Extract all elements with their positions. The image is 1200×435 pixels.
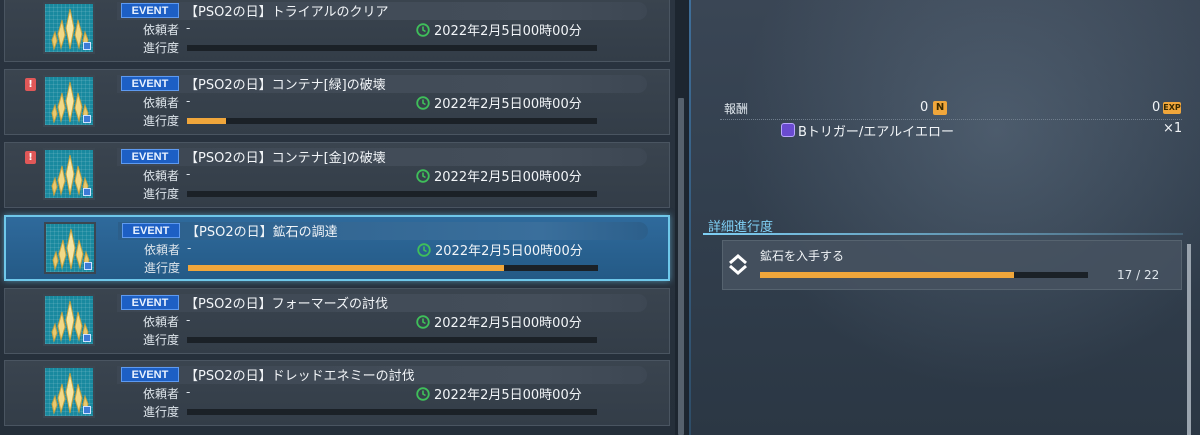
requester-value: - [186,385,191,399]
requester-value: - [187,241,192,255]
reward-separator [720,119,1182,120]
scrollbar-thumb[interactable] [678,98,684,435]
reward-label: 報酬 [724,102,749,116]
requester-value: - [186,94,191,108]
progress-label: 進行度 [143,114,180,128]
event-badge: EVENT [121,149,179,164]
meseta-icon: N [933,101,947,115]
objective-progress-fill [760,272,1014,278]
thumbnail-corner-mark [83,406,91,414]
thumbnail-corner-mark [83,42,91,50]
quest-list-scrollbar[interactable] [675,0,687,435]
quest-list: EVENT 【PSO2の日】トライアルのクリア 依頼者 - 2022年2月5日0… [0,0,675,435]
quest-row[interactable]: ! EVENT 【PSO2の日】コンテナ[金]の破壊 依頼者 - 2022年2月… [4,142,670,208]
requester-label: 依頼者 [143,23,180,37]
quest-deadline: 2022年2月5日00時00分 [434,388,582,403]
reward-exp-value: 0 [1152,100,1161,115]
clock-icon [416,315,430,329]
event-badge: EVENT [122,223,180,238]
reward-item-name: Bトリガー/エアルイエロー [798,125,955,140]
progress-label: 進行度 [144,261,181,275]
detail-scrollbar[interactable] [1187,244,1191,435]
quest-deadline: 2022年2月5日00時00分 [434,170,582,185]
quest-thumbnail [43,75,95,127]
alert-icon: ! [25,151,36,164]
progress-label: 進行度 [143,405,180,419]
quest-deadline: 2022年2月5日00時00分 [434,24,582,39]
trigger-item-icon [781,123,795,137]
quest-progress-bar [187,191,597,197]
thumbnail-corner-mark [84,262,92,270]
requester-value: - [186,313,191,327]
quest-progress-bar [188,265,598,271]
quest-thumbnail [43,148,95,200]
requester-label: 依頼者 [143,169,180,183]
quest-progress-fill [188,265,504,271]
alert-icon: ! [25,78,36,91]
event-badge: EVENT [121,367,179,382]
reward-meseta-value: 0 [920,100,929,115]
thumbnail-corner-mark [83,115,91,123]
quest-title: 【PSO2の日】コンテナ[緑]の破壊 [185,78,386,93]
event-badge: EVENT [121,295,179,310]
requester-label: 依頼者 [143,387,180,401]
quest-title: 【PSO2の日】トライアルのクリア [185,5,389,20]
quest-title: 【PSO2の日】フォーマーズの討伐 [185,297,388,312]
reward-item-quantity: ×1 [1163,121,1183,136]
quest-progress-bar [187,337,597,343]
quest-progress-bar [187,45,597,51]
objective-chevron-icon [729,254,747,275]
quest-progress-fill [187,118,226,124]
exp-icon: EXP [1163,102,1181,114]
requester-label: 依頼者 [144,243,181,257]
clock-icon [416,387,430,401]
quest-deadline: 2022年2月5日00時00分 [434,316,582,331]
requester-label: 依頼者 [143,96,180,110]
event-badge: EVENT [121,3,179,18]
clock-icon [416,23,430,37]
clock-icon [416,169,430,183]
requester-value: - [186,167,191,181]
quest-row[interactable]: EVENT 【PSO2の日】鉱石の調達 依頼者 - 2022年2月5日00時00… [4,215,670,281]
quest-thumbnail [43,294,95,346]
quest-deadline: 2022年2月5日00時00分 [434,97,582,112]
quest-deadline: 2022年2月5日00時00分 [435,244,583,259]
section-underline [703,233,1183,235]
quest-progress-bar [187,409,597,415]
quest-progress-bar [187,118,597,124]
clock-icon [417,243,431,257]
progress-label: 進行度 [143,187,180,201]
quest-title: 【PSO2の日】コンテナ[金]の破壊 [185,151,386,166]
objective-progress-bar [760,272,1088,278]
clock-icon [416,96,430,110]
progress-label: 進行度 [143,333,180,347]
requester-label: 依頼者 [143,315,180,329]
quest-thumbnail [43,2,95,54]
thumbnail-corner-mark [83,334,91,342]
quest-thumbnail [43,366,95,418]
quest-title: 【PSO2の日】ドレッドエネミーの討伐 [185,369,415,384]
quest-thumbnail [44,222,96,274]
event-badge: EVENT [121,76,179,91]
thumbnail-corner-mark [83,188,91,196]
quest-row[interactable]: EVENT 【PSO2の日】フォーマーズの討伐 依頼者 - 2022年2月5日0… [4,288,670,354]
requester-value: - [186,21,191,35]
quest-title: 【PSO2の日】鉱石の調達 [186,225,338,240]
quest-row[interactable]: EVENT 【PSO2の日】ドレッドエネミーの討伐 依頼者 - 2022年2月5… [4,360,670,426]
quest-row[interactable]: ! EVENT 【PSO2の日】コンテナ[緑]の破壊 依頼者 - 2022年2月… [4,69,670,135]
quest-row[interactable]: EVENT 【PSO2の日】トライアルのクリア 依頼者 - 2022年2月5日0… [4,0,670,62]
progress-label: 進行度 [143,41,180,55]
objective-text: 鉱石を入手する [760,249,845,263]
objective-count: 17 / 22 [1117,268,1160,282]
